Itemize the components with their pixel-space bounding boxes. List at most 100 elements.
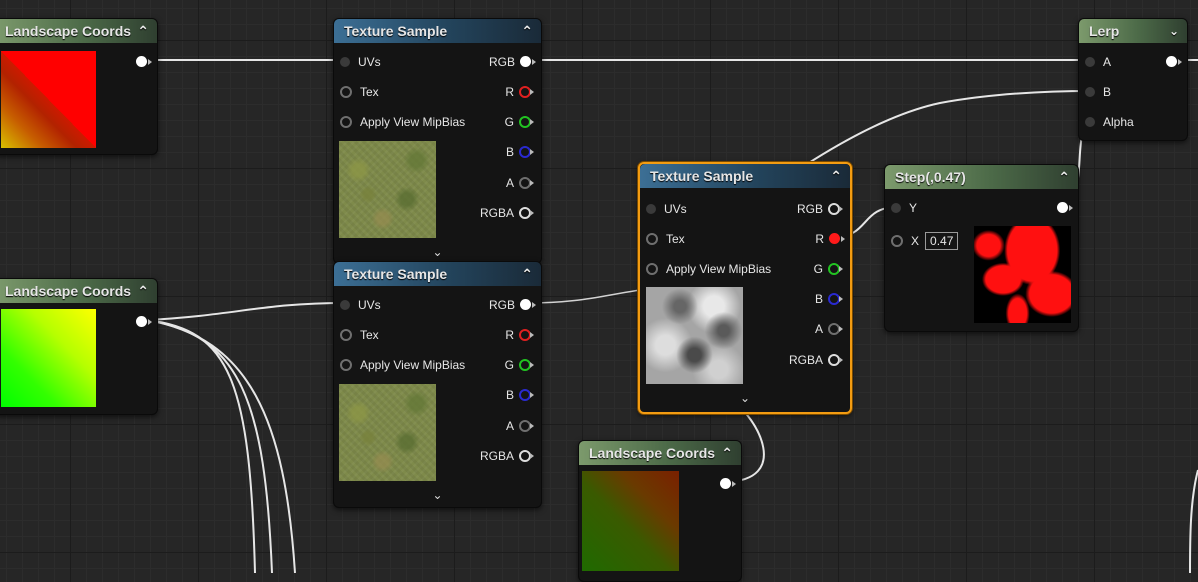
output-pin-rgba[interactable]: RGBA	[480, 447, 534, 463]
pin-icon[interactable]	[1085, 116, 1095, 127]
chevron-down-icon[interactable]: ⌄	[1169, 19, 1179, 43]
node-title: Texture Sample	[650, 168, 754, 184]
pin-icon[interactable]	[646, 262, 658, 275]
output-pin-rgba[interactable]: RGBA	[480, 204, 534, 220]
pin-icon[interactable]	[340, 85, 352, 98]
chevron-down-icon[interactable]: ⌄	[334, 245, 541, 259]
input-pin-tex[interactable]: Tex	[340, 83, 379, 99]
output-pin-r[interactable]: R	[505, 326, 534, 342]
input-pin-mipbias[interactable]: Apply View MipBias	[340, 113, 465, 129]
output-pin-rgb[interactable]: RGB	[797, 200, 843, 216]
input-pin-mipbias[interactable]: Apply View MipBias	[340, 356, 465, 372]
output-pin-g[interactable]: G	[505, 113, 534, 129]
output-pin[interactable]	[1161, 53, 1182, 69]
output-pin-rgb[interactable]: RGB	[489, 53, 536, 69]
output-pin-row[interactable]	[131, 53, 152, 69]
output-pin-b[interactable]: B	[506, 386, 534, 402]
input-pin-b[interactable]: B	[1085, 83, 1111, 99]
pin-icon[interactable]	[519, 176, 534, 189]
node-header: Texture Sample ⌃	[640, 164, 850, 188]
step-node[interactable]: Step(,0.47) ⌃ Y X 0.47	[884, 164, 1079, 332]
output-pin-rgb[interactable]: RGB	[489, 296, 536, 312]
pin-icon[interactable]	[1057, 202, 1073, 214]
pin-icon[interactable]	[519, 115, 534, 128]
chevron-up-icon[interactable]: ⌃	[521, 19, 533, 43]
pin-icon[interactable]	[519, 85, 534, 98]
pin-icon[interactable]	[519, 358, 534, 371]
texture-preview	[646, 287, 743, 384]
wire-lc2-down-1	[146, 319, 256, 573]
output-pin-r[interactable]: R	[815, 230, 845, 246]
output-pin[interactable]	[136, 56, 152, 68]
chevron-up-icon[interactable]: ⌃	[830, 164, 842, 188]
output-pin[interactable]	[720, 478, 736, 490]
output-pin-rgba[interactable]: RGBA	[789, 351, 843, 367]
input-pin-uvs[interactable]: UVs	[340, 296, 381, 312]
output-pin[interactable]	[136, 316, 152, 328]
input-pin-uvs[interactable]: UVs	[340, 53, 381, 69]
x-value-field[interactable]: 0.47	[925, 232, 959, 250]
landscape-coords-node-1[interactable]: Landscape Coords ⌃	[0, 18, 158, 155]
chevron-up-icon[interactable]: ⌃	[137, 19, 149, 43]
pin-icon[interactable]	[519, 388, 534, 401]
chevron-down-icon[interactable]: ⌄	[334, 488, 541, 502]
pin-icon[interactable]	[1085, 86, 1095, 97]
pin-icon[interactable]	[891, 202, 901, 213]
input-pin-uvs[interactable]: UVs	[646, 200, 687, 216]
pin-icon[interactable]	[519, 419, 534, 432]
step-preview	[974, 226, 1071, 323]
lerp-node[interactable]: Lerp ⌄ A B Alpha	[1078, 18, 1188, 141]
pin-icon[interactable]	[646, 203, 656, 214]
pin-icon[interactable]	[519, 206, 534, 219]
pin-icon[interactable]	[519, 145, 534, 158]
landscape-coords-node-2[interactable]: Landscape Coords ⌃	[0, 278, 158, 415]
input-pin-alpha[interactable]: Alpha	[1085, 113, 1134, 129]
texture-sample-node-1[interactable]: Texture Sample ⌃ UVs Tex Apply View MipB…	[333, 18, 542, 264]
texture-sample-node-2[interactable]: Texture Sample ⌃ UVs Tex Apply View MipB…	[333, 261, 542, 508]
output-pin-b[interactable]: B	[815, 290, 843, 306]
output-pin-row[interactable]	[131, 313, 152, 329]
landscape-coords-node-3[interactable]: Landscape Coords ⌃	[578, 440, 742, 582]
pin-icon[interactable]	[340, 299, 350, 310]
pin-icon[interactable]	[891, 235, 903, 247]
chevron-up-icon[interactable]: ⌃	[721, 441, 733, 465]
pin-icon[interactable]	[520, 299, 536, 311]
chevron-down-icon[interactable]: ⌄	[640, 391, 850, 405]
pin-icon[interactable]	[828, 292, 843, 305]
pin-icon[interactable]	[828, 202, 843, 215]
pin-icon[interactable]	[646, 232, 658, 245]
pin-icon[interactable]	[828, 353, 843, 366]
pin-icon[interactable]	[1166, 56, 1182, 68]
pin-icon[interactable]	[1085, 56, 1095, 67]
chevron-up-icon[interactable]: ⌃	[1058, 165, 1070, 189]
output-pin-row[interactable]	[715, 475, 736, 491]
pin-icon[interactable]	[520, 56, 536, 68]
input-pin-mipbias[interactable]: Apply View MipBias	[646, 260, 771, 276]
output-pin-r[interactable]: R	[505, 83, 534, 99]
output-pin-a[interactable]: A	[815, 320, 843, 336]
node-title: Lerp	[1089, 23, 1120, 39]
input-pin-tex[interactable]: Tex	[340, 326, 379, 342]
output-pin-a[interactable]: A	[506, 174, 534, 190]
input-pin-x[interactable]: X 0.47	[891, 232, 959, 250]
input-pin-a[interactable]: A	[1085, 53, 1111, 69]
input-pin-y[interactable]: Y	[891, 199, 917, 215]
pin-icon[interactable]	[828, 262, 843, 275]
pin-icon[interactable]	[340, 115, 352, 128]
pin-icon[interactable]	[829, 233, 845, 245]
pin-icon[interactable]	[828, 322, 843, 335]
output-pin-g[interactable]: G	[814, 260, 843, 276]
chevron-up-icon[interactable]: ⌃	[521, 262, 533, 286]
pin-icon[interactable]	[519, 328, 534, 341]
pin-icon[interactable]	[340, 56, 350, 67]
output-pin-b[interactable]: B	[506, 143, 534, 159]
output-pin-g[interactable]: G	[505, 356, 534, 372]
output-pin[interactable]	[1052, 199, 1073, 215]
output-pin-a[interactable]: A	[506, 417, 534, 433]
pin-icon[interactable]	[340, 358, 352, 371]
pin-icon[interactable]	[519, 449, 534, 462]
pin-icon[interactable]	[340, 328, 352, 341]
input-pin-tex[interactable]: Tex	[646, 230, 685, 246]
texture-sample-node-3-selected[interactable]: Texture Sample ⌃ UVs Tex Apply View MipB…	[638, 162, 852, 414]
chevron-up-icon[interactable]: ⌃	[137, 279, 149, 303]
